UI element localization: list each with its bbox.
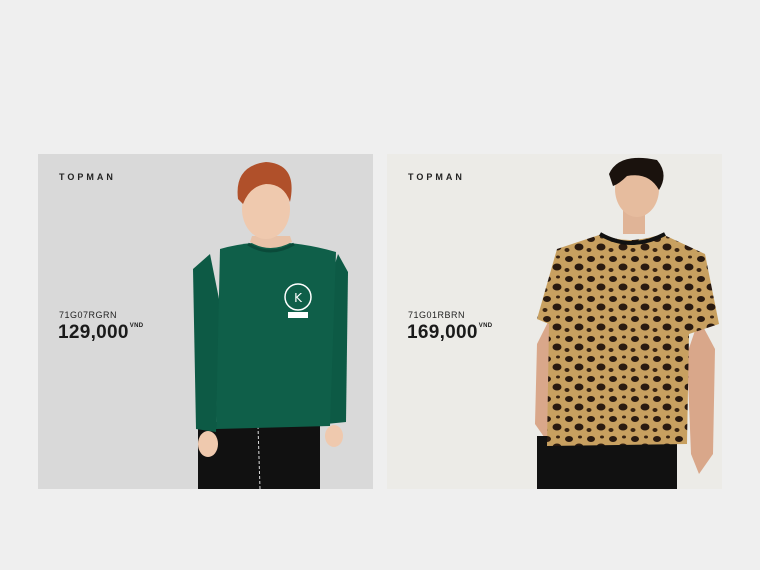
product-sku: 71G01RBRN [408, 310, 466, 320]
brand-logo: TOPMAN [408, 172, 465, 182]
brand-logo: TOPMAN [59, 172, 116, 182]
price-currency: VND [478, 323, 493, 329]
product-card-2[interactable]: TOPMAN 71G01RBRN 169,000VND [387, 154, 722, 489]
price-currency: VND [129, 323, 144, 329]
svg-text:K: K [294, 291, 303, 305]
price-value: 169,000 [407, 322, 478, 343]
product-price: 129,000VND [58, 322, 143, 344]
price-value: 129,000 [58, 322, 129, 343]
product-price: 169,000VND [407, 322, 492, 344]
product-card-1[interactable]: K TOPMAN 71G07RGRN 129,000VND [38, 154, 373, 489]
product-sku: 71G07RGRN [59, 310, 118, 320]
